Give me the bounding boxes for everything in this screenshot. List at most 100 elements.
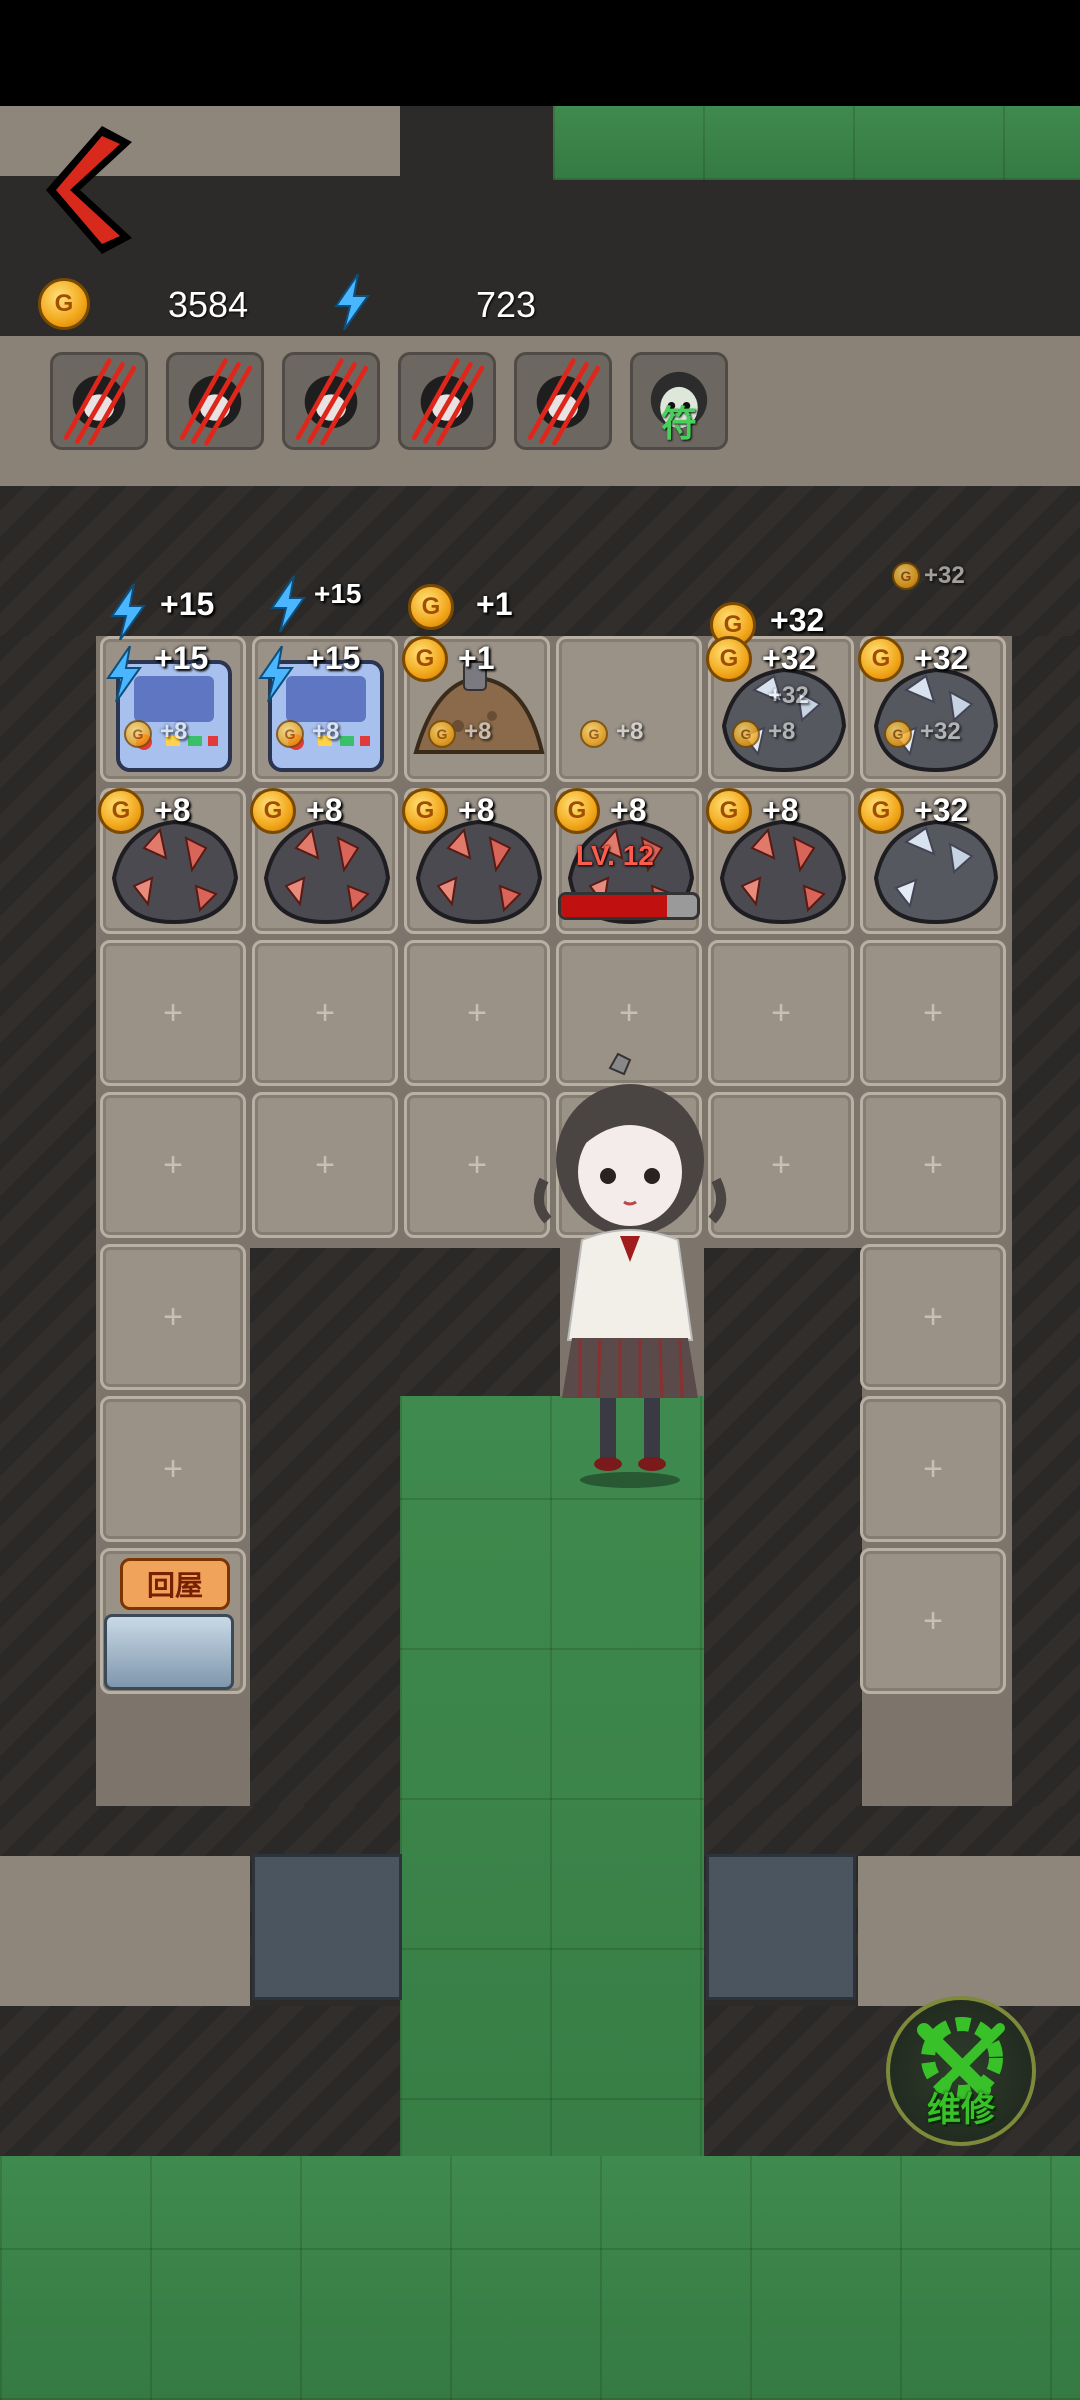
wall [0, 636, 96, 1806]
resource-silver-ore[interactable]: G +32 G +32 [858, 636, 1006, 782]
resource-red-ore[interactable]: G +8 [706, 788, 854, 934]
build-tile[interactable]: + [100, 1396, 246, 1542]
gold-coin-icon: G [706, 636, 752, 682]
plus-icon: + [619, 994, 639, 1032]
build-tile[interactable]: + [252, 1092, 398, 1238]
back-button[interactable] [40, 122, 136, 258]
gold-coin-icon: G [124, 720, 152, 748]
door-left[interactable] [252, 1854, 402, 2000]
grass-patch [553, 106, 1080, 180]
yield-label: +8 [458, 792, 495, 828]
scratched-portrait-icon [411, 358, 485, 446]
plus-icon: + [163, 994, 183, 1032]
resource-empty[interactable]: G +8 [556, 636, 702, 782]
gold-coin-icon: G [858, 788, 904, 834]
resource-arcade-machine[interactable]: +15 G +8 [100, 636, 246, 782]
yield-label: +15 [160, 586, 215, 622]
build-tile[interactable]: + [100, 1092, 246, 1238]
resource-red-ore[interactable]: G +8 [98, 788, 246, 934]
plus-icon: + [923, 1146, 943, 1184]
yield-label: +32 [914, 792, 969, 828]
repair-label: 维修 [927, 2091, 995, 2129]
build-tile[interactable]: + [860, 1396, 1006, 1542]
gold-coin-icon: G [892, 562, 920, 590]
plus-icon: + [163, 1146, 183, 1184]
scratched-portrait-icon [295, 358, 369, 446]
scratched-portrait-icon [179, 358, 253, 446]
yield-label: +8 [616, 718, 644, 745]
energy-bolt-icon [110, 584, 146, 640]
scratched-portrait-icon [527, 358, 601, 446]
plus-icon: + [771, 1146, 791, 1184]
plus-icon: + [467, 994, 487, 1032]
status-bar-area [0, 0, 1080, 106]
gold-coin-icon: G [250, 788, 296, 834]
resource-dirt-mound[interactable]: G +1 G +8 [402, 636, 550, 782]
hp-bar [558, 892, 700, 920]
gold-coin-icon: G [858, 636, 904, 682]
resource-silver-ore[interactable]: G +32 G +8 +32 [706, 636, 854, 782]
inventory-slot[interactable] [514, 352, 612, 450]
yield-label: +15 [314, 578, 362, 609]
build-tile[interactable]: + [100, 1244, 246, 1390]
gold-coin-icon: G [428, 720, 456, 748]
plus-icon: + [771, 994, 791, 1032]
resource-red-ore[interactable]: G +8 LV. 12 [554, 788, 702, 934]
wall [0, 2006, 400, 2156]
gold-coin-icon: G [408, 584, 454, 630]
gold-coin-icon: G [580, 720, 608, 748]
resource-arcade-machine[interactable]: +15 G +8 [252, 636, 398, 782]
floor-strip [0, 1856, 250, 2006]
gold-coin-icon: G [884, 720, 912, 748]
build-tile[interactable]: + [860, 1244, 1006, 1390]
plus-icon: + [923, 1450, 943, 1488]
yield-label: +8 [768, 718, 796, 745]
scratched-portrait-icon [63, 358, 137, 446]
yield-label: +15 [306, 640, 361, 676]
build-tile[interactable]: + [860, 1548, 1006, 1694]
yield-label: +8 [464, 718, 492, 745]
energy-bolt-icon [258, 646, 294, 702]
gold-coin-icon: G [276, 720, 304, 748]
yield-label: +8 [160, 718, 188, 745]
gold-coin-icon: G [554, 788, 600, 834]
plus-icon: + [923, 1602, 943, 1640]
build-tile[interactable]: + [252, 940, 398, 1086]
yield-label: +8 [610, 792, 647, 828]
build-tile[interactable]: + [100, 940, 246, 1086]
machine-icon [104, 1614, 234, 1690]
inventory-slot[interactable] [50, 352, 148, 450]
gold-coin-icon: G [402, 788, 448, 834]
yield-label: +1 [476, 586, 513, 622]
yield-label: +15 [154, 640, 209, 676]
gold-coin-icon: G [98, 788, 144, 834]
hp-bar-fill [561, 895, 668, 917]
inventory-slot[interactable] [166, 352, 264, 450]
plus-icon: + [163, 1298, 183, 1336]
resource-silver-ore[interactable]: G +32 [858, 788, 1006, 934]
resource-red-ore[interactable]: G +8 [402, 788, 550, 934]
energy-bolt-icon [270, 576, 306, 632]
gold-counter: 3584 [168, 284, 249, 325]
grass-field [0, 2156, 1080, 2400]
build-tile[interactable]: + [860, 940, 1006, 1086]
floor-strip [858, 1856, 1080, 2006]
build-tile[interactable]: + [860, 1092, 1006, 1238]
gold-coin-icon: G [732, 720, 760, 748]
inventory-slot[interactable] [282, 352, 380, 450]
wall [1012, 636, 1080, 1806]
gold-coin-icon: G [402, 636, 448, 682]
inventory-slot[interactable] [398, 352, 496, 450]
plus-icon: + [923, 994, 943, 1032]
yield-label: +32 [768, 682, 809, 709]
yield-label: +32 [770, 602, 825, 638]
door-right[interactable] [706, 1854, 856, 2000]
resource-red-ore[interactable]: G +8 [250, 788, 398, 934]
plus-icon: + [467, 1146, 487, 1184]
player-character[interactable] [520, 1050, 740, 1490]
plus-icon: + [163, 1450, 183, 1488]
yield-label: +8 [154, 792, 191, 828]
repair-button[interactable]: 维修 [886, 1996, 1036, 2146]
energy-counter: 723 [476, 284, 537, 325]
return-home-button[interactable]: 回屋 [120, 1558, 230, 1610]
